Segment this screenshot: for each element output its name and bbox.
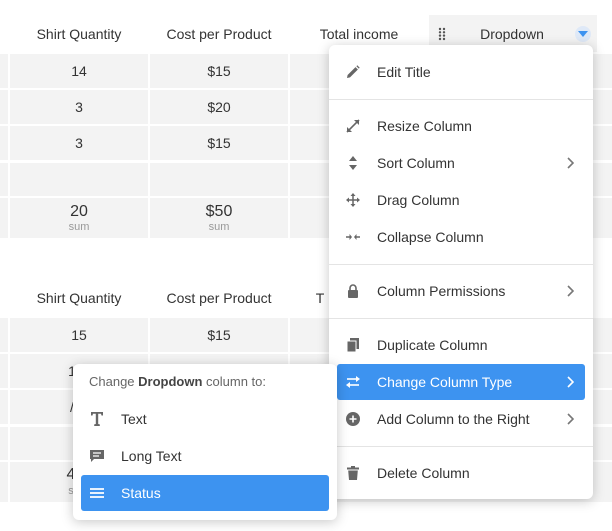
column-context-menu: Edit Title Resize Column Sort Column Dra…	[329, 45, 593, 499]
comment-icon	[89, 448, 105, 464]
cell-shirt-quantity[interactable]: 14	[10, 54, 148, 88]
menu-separator	[329, 99, 593, 100]
header-label: Shirt Quantity	[36, 26, 122, 42]
menu-item-column-permissions[interactable]: Column Permissions	[337, 273, 585, 309]
move-icon	[345, 192, 361, 208]
lock-icon	[345, 283, 361, 299]
column-header-total-income-partial[interactable]: T	[310, 280, 330, 316]
menu-item-drag-column[interactable]: Drag Column	[337, 182, 585, 218]
column-header-shirt-quantity[interactable]: Shirt Quantity	[10, 280, 148, 316]
swap-icon	[345, 374, 361, 390]
sum-shirt-quantity: 20 sum	[10, 198, 148, 238]
header-label: Total income	[319, 26, 399, 42]
menu-item-sort-column[interactable]: Sort Column	[337, 145, 585, 181]
column-header-cost-per-product[interactable]: Cost per Product	[150, 16, 288, 52]
sum-value: 20	[70, 202, 88, 220]
menu-separator	[329, 264, 593, 265]
menu-item-label: Duplicate Column	[377, 337, 488, 353]
cell-cost-per-product[interactable]: $20	[150, 90, 288, 124]
type-option-label: Status	[121, 485, 161, 501]
menu-item-label: Change Column Type	[377, 374, 513, 390]
sum-label: sum	[208, 220, 230, 233]
menu-item-label: Delete Column	[377, 465, 470, 481]
column-header-shirt-quantity[interactable]: Shirt Quantity	[10, 16, 148, 52]
collapse-icon	[345, 229, 361, 245]
sum-cost-per-product: $50 sum	[150, 198, 288, 238]
menu-item-collapse-column[interactable]: Collapse Column	[337, 219, 585, 255]
header-label: Cost per Product	[166, 26, 272, 42]
cell-shirt-quantity[interactable]: 15	[10, 318, 148, 352]
cell-shirt-quantity[interactable]: 3	[10, 126, 148, 160]
header-label: Cost per Product	[166, 290, 272, 306]
sort-icon	[345, 155, 361, 171]
pencil-icon	[345, 64, 361, 80]
add-circle-icon	[345, 411, 361, 427]
type-option-label: Long Text	[121, 448, 182, 464]
resize-icon	[345, 118, 361, 134]
column-menu-caret-icon[interactable]	[575, 25, 591, 42]
change-column-type-submenu: Change Dropdown column to: Text Long Tex…	[73, 364, 337, 520]
column-header-cost-per-product[interactable]: Cost per Product	[150, 280, 288, 316]
chevron-right-icon	[565, 285, 575, 297]
chevron-right-icon	[565, 157, 575, 169]
menu-item-label: Drag Column	[377, 192, 460, 208]
menu-item-label: Collapse Column	[377, 229, 484, 245]
menu-item-edit-title[interactable]: Edit Title	[337, 54, 585, 90]
menu-item-label: Resize Column	[377, 118, 472, 134]
menu-item-add-column-right[interactable]: Add Column to the Right	[337, 401, 585, 437]
status-lines-icon	[89, 485, 105, 501]
type-option-text[interactable]: Text	[81, 401, 329, 437]
chevron-right-icon	[565, 413, 575, 425]
cell-cost-per-product[interactable]: $15	[150, 318, 288, 352]
submenu-title-suffix: column to:	[202, 374, 267, 389]
chevron-right-icon	[565, 376, 575, 388]
duplicate-icon	[345, 337, 361, 353]
cell-cost-per-product[interactable]: $15	[150, 126, 288, 160]
menu-item-duplicate-column[interactable]: Duplicate Column	[337, 327, 585, 363]
trash-icon	[345, 465, 361, 481]
menu-separator	[329, 446, 593, 447]
cell-shirt-quantity[interactable]: 3	[10, 90, 148, 124]
menu-item-label: Sort Column	[377, 155, 455, 171]
menu-item-label: Column Permissions	[377, 283, 506, 299]
type-option-status[interactable]: Status	[81, 475, 329, 511]
menu-item-label: Edit Title	[377, 64, 431, 80]
menu-item-resize-column[interactable]: Resize Column	[337, 108, 585, 144]
sum-value: $50	[205, 202, 233, 220]
submenu-title-prefix: Change	[89, 374, 139, 389]
submenu-title-column-name: Dropdown	[138, 374, 203, 389]
header-label: T	[315, 290, 325, 306]
sum-label: sum	[68, 220, 90, 233]
type-option-long-text[interactable]: Long Text	[81, 438, 329, 474]
text-type-icon	[89, 411, 105, 427]
menu-item-delete-column[interactable]: Delete Column	[337, 455, 585, 491]
dropdown-header-label: Dropdown	[480, 25, 544, 42]
cell-cost-per-product[interactable]: $15	[150, 54, 288, 88]
type-option-label: Text	[121, 411, 147, 427]
column-divider	[288, 54, 290, 238]
header-label: Shirt Quantity	[36, 290, 122, 306]
menu-item-label: Add Column to the Right	[377, 411, 530, 427]
menu-item-change-column-type[interactable]: Change Column Type	[337, 364, 585, 400]
drag-handle-icon[interactable]	[435, 27, 449, 41]
menu-separator	[329, 318, 593, 319]
submenu-title: Change Dropdown column to:	[89, 374, 266, 389]
